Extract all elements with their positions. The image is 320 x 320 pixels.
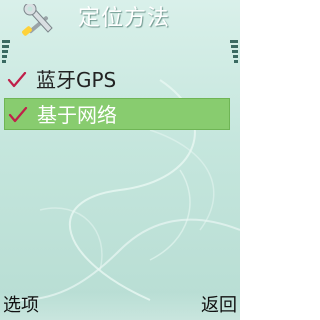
checkmark-icon xyxy=(8,107,28,123)
list-item-network-based[interactable]: 基于网络 xyxy=(4,98,230,130)
phone-screen: 定位方法 蓝牙GPS 基于网络 选项 返回 xyxy=(0,0,240,320)
background-swirl xyxy=(19,79,240,301)
list-item-bluetooth-gps[interactable]: 蓝牙GPS xyxy=(4,64,230,96)
checkmark-icon xyxy=(7,72,27,88)
back-softkey[interactable]: 返回 xyxy=(201,294,237,318)
page-title: 定位方法 xyxy=(78,6,171,31)
softkey-bar: 选项 返回 xyxy=(0,292,240,320)
wrench-screwdriver-icon xyxy=(22,4,53,36)
header: 定位方法 xyxy=(0,0,240,42)
list-item-label: 基于网络 xyxy=(37,103,117,127)
positioning-method-list: 蓝牙GPS 基于网络 xyxy=(4,64,230,132)
list-item-label: 蓝牙GPS xyxy=(36,68,117,92)
options-softkey[interactable]: 选项 xyxy=(3,294,39,318)
